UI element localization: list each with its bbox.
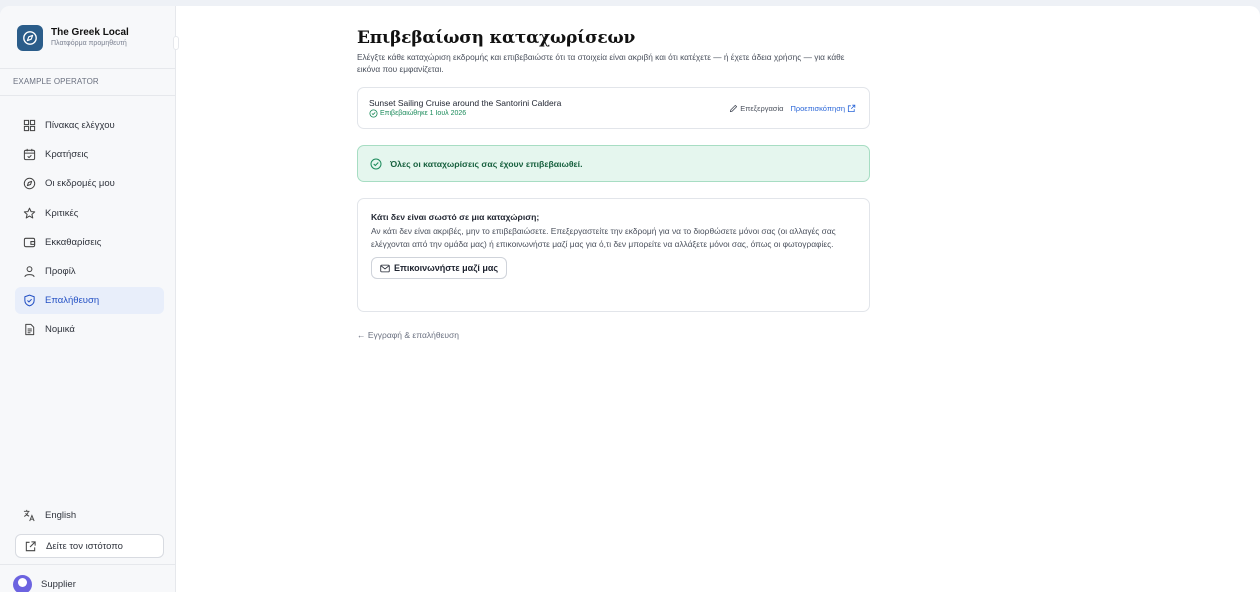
operator-label: EXAMPLE OPERATOR [13, 77, 99, 86]
success-alert: Όλες οι καταχωρίσεις σας έχουν επιβεβαιω… [357, 145, 870, 182]
sidebar-item-label: Πίνακας ελέγχου [45, 120, 115, 131]
sidebar-item-label: Νομικά [45, 324, 75, 336]
sidebar-nav: Πίνακας ελέγχου Κρατήσεις Οι εκδρομές μο… [15, 112, 164, 346]
sidebar-item-label: Κριτικές [45, 207, 79, 219]
dashboard-icon [23, 119, 36, 132]
view-site-label: Δείτε τον ιστότοπο [46, 540, 123, 552]
view-site-button[interactable]: Δείτε τον ιστότοπο [15, 534, 164, 558]
avatar [13, 575, 32, 592]
divider [0, 564, 176, 565]
sidebar-item-bookings[interactable]: Κρατήσεις [15, 141, 164, 168]
page-description: Ελέγξτε κάθε καταχώριση εκδρομής και επι… [357, 52, 845, 74]
sidebar-item-tours[interactable]: Οι εκδρομές μου [15, 170, 164, 197]
user-name: Supplier [41, 579, 76, 590]
preview-link[interactable]: Προεπισκόπηση [790, 104, 858, 113]
document-icon [25, 324, 35, 336]
mail-icon [380, 264, 390, 272]
calendar-icon [23, 149, 36, 161]
sidebar-item-payouts[interactable]: Εκκαθαρίσεις [15, 229, 164, 256]
pencil-icon [730, 104, 738, 112]
sidebar-item-verification[interactable]: Επαλήθευση [15, 287, 164, 315]
sidebar-item-label: Προφίλ [45, 265, 76, 277]
sidebar-item-reviews[interactable]: Κριτικές [15, 200, 164, 227]
sidebar: The Greek Local Πλατφόρμα προμηθευτή EXA… [0, 6, 179, 592]
check-circle-icon [370, 158, 382, 169]
listing-title: Sunset Sailing Cruise around the Santori… [369, 97, 562, 108]
external-link-icon [847, 104, 856, 112]
status-text: Επιβεβαιώθηκε 1 Ιουλ 2026 [380, 109, 467, 117]
star-icon [23, 207, 36, 219]
compass-icon [23, 178, 36, 190]
sidebar-item-dashboard[interactable]: Πίνακας ελέγχου [15, 112, 164, 139]
success-message: Όλες οι καταχωρίσεις σας έχουν επιβεβαιω… [390, 158, 583, 169]
app-window: The Greek Local Πλατφόρμα προμηθευτή EXA… [0, 6, 1260, 592]
check-circle-icon [369, 109, 378, 118]
listing-card: Sunset Sailing Cruise around the Santori… [357, 87, 870, 129]
compass-logo-icon [17, 25, 43, 51]
sidebar-item-label: Οι εκδρομές μου [45, 178, 115, 190]
edit-button[interactable]: Επεξεργασία [727, 104, 783, 113]
translate-icon [23, 509, 35, 522]
sidebar-item-label: Εκκαθαρίσεις [45, 236, 102, 248]
language-label: English [45, 510, 77, 521]
language-selector[interactable]: English [23, 509, 76, 522]
shield-check-icon [24, 294, 35, 307]
help-title: Κάτι δεν είναι σωστό σε μια καταχώριση; [371, 212, 540, 222]
divider [0, 68, 176, 69]
edit-label: Επεξεργασία [740, 103, 784, 113]
brand-title: The Greek Local [51, 27, 129, 38]
brand[interactable]: The Greek Local Πλατφόρμα προμηθευτή [17, 25, 129, 51]
external-link-icon [25, 540, 36, 551]
main-content: Επιβεβαίωση καταχωρίσεων Ελέγξτε κάθε κα… [357, 28, 870, 340]
divider [0, 95, 176, 96]
preview-label: Προεπισκόπηση [790, 103, 845, 113]
help-text: Αν κάτι δεν είναι ακριβές, μην το επιβεβ… [371, 226, 836, 249]
page-title: Επιβεβαίωση καταχωρίσεων [357, 28, 636, 48]
help-card: Κάτι δεν είναι σωστό σε μια καταχώριση; … [357, 198, 870, 312]
sidebar-item-label: Επαλήθευση [45, 295, 100, 307]
contact-label: Επικοινωνήστε μαζί μας [394, 263, 499, 273]
sidebar-item-profile[interactable]: Προφίλ [15, 258, 164, 285]
sidebar-item-label: Κρατήσεις [45, 149, 89, 161]
brand-subtitle: Πλατφόρμα προμηθευτή [51, 40, 127, 47]
wallet-icon [23, 237, 36, 247]
user-menu[interactable]: Supplier [13, 575, 76, 592]
contact-button[interactable]: Επικοινωνήστε μαζί μας [371, 257, 508, 279]
back-link[interactable]: ← Εγγραφή & επαλήθευση [357, 330, 870, 340]
sidebar-item-legal[interactable]: Νομικά [15, 316, 164, 343]
sidebar-collapse-handle[interactable] [173, 36, 179, 50]
user-icon [24, 266, 35, 278]
status-badge: Επιβεβαιώθηκε 1 Ιουλ 2026 [369, 109, 561, 119]
